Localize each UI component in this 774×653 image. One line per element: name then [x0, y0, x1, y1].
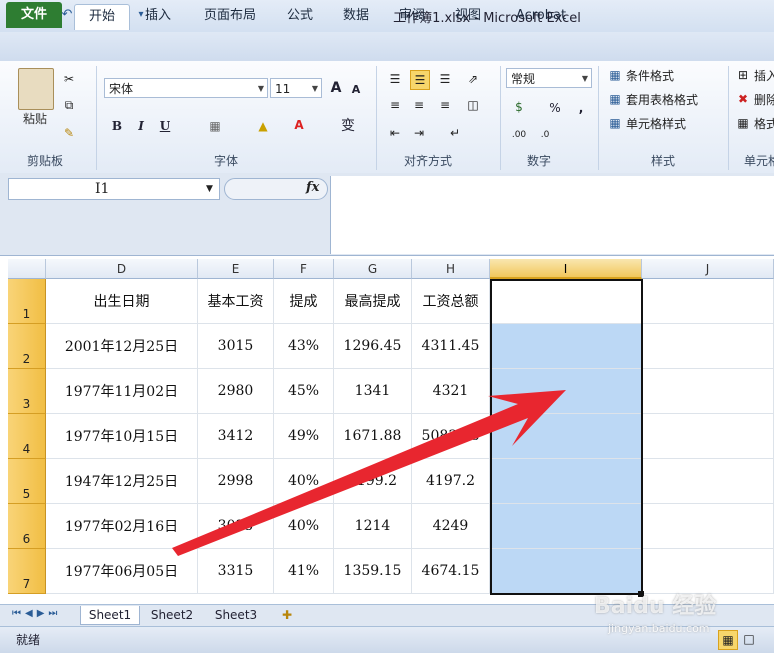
sheet-nav-arrows[interactable]: ⏮◀▶⏭: [12, 608, 61, 619]
red-arrow-shape: [172, 390, 566, 556]
annotation-arrow: [172, 390, 566, 556]
sheet-tab-2[interactable]: Sheet2: [142, 606, 202, 624]
baidu-watermark: Baidu 经验: [594, 594, 717, 619]
sheet-tab-1[interactable]: Sheet1: [80, 606, 140, 625]
sheet-tab-3[interactable]: Sheet3: [206, 606, 266, 624]
page-layout-view-icon[interactable]: □: [740, 630, 758, 648]
watermark-url: jingyan.baidu.com: [608, 622, 710, 635]
insert-sheet-icon[interactable]: ✚: [278, 606, 296, 624]
normal-view-icon[interactable]: ▦: [718, 630, 738, 650]
status-text: 就绪: [16, 633, 41, 647]
